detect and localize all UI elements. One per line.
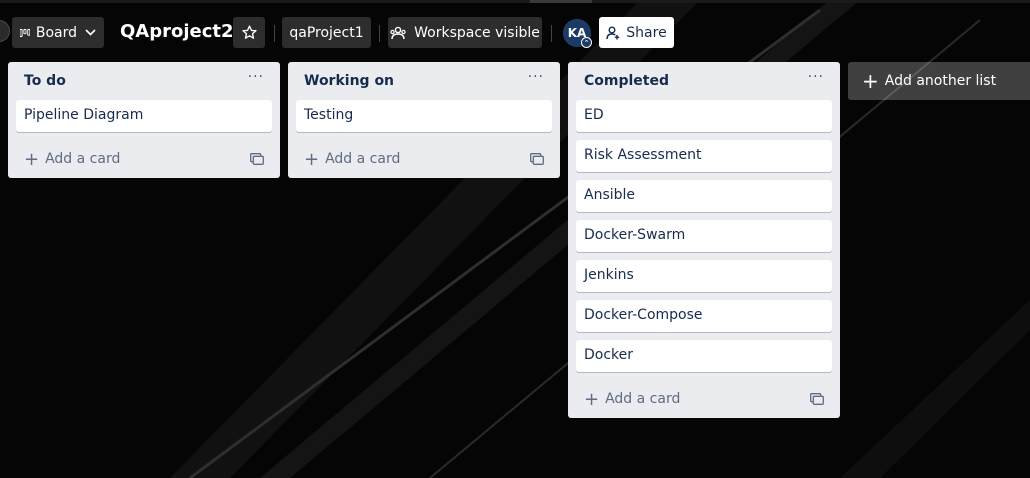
menu-circle-button[interactable]	[0, 20, 10, 42]
header-divider	[551, 25, 552, 42]
admin-badge-icon: ⌃	[581, 37, 592, 48]
list-to-do: To do ··· Pipeline Diagram + Add a card	[8, 62, 280, 178]
list-working-on: Working on ··· Testing + Add a card	[288, 62, 560, 178]
card[interactable]: Pipeline Diagram	[16, 100, 272, 132]
card[interactable]: Jenkins	[576, 260, 832, 292]
view-switcher-label: Board	[35, 24, 77, 41]
card[interactable]: Risk Assessment	[576, 140, 832, 172]
workspace-icon	[390, 26, 406, 39]
add-card-label: Add a card	[45, 151, 121, 167]
board-title[interactable]: QAproject2	[120, 21, 234, 45]
plus-icon: +	[24, 148, 40, 170]
plus-icon: +	[862, 69, 879, 93]
add-card-button[interactable]: + Add a card	[304, 149, 400, 170]
list-header[interactable]: Working on ···	[288, 62, 560, 100]
top-bar-tab	[530, 0, 592, 3]
add-card-label: Add a card	[325, 151, 401, 167]
list-title[interactable]: Working on	[304, 73, 394, 100]
more-icon[interactable]: ···	[528, 69, 544, 100]
card[interactable]: Docker-Swarm	[576, 220, 832, 252]
card[interactable]: Ansible	[576, 180, 832, 212]
template-icon[interactable]	[810, 393, 824, 405]
star-icon	[241, 25, 257, 39]
add-card-row: + Add a card	[568, 380, 840, 418]
add-list-label: Add another list	[884, 73, 997, 89]
visibility-label: Workspace visible	[414, 24, 540, 41]
share-button[interactable]: Share	[599, 17, 674, 48]
add-card-row: + Add a card	[8, 140, 280, 178]
add-member-icon	[606, 26, 620, 39]
share-label: Share	[626, 24, 667, 41]
card[interactable]: Docker	[576, 340, 832, 372]
list-title[interactable]: To do	[24, 73, 66, 100]
chevron-down-icon	[85, 26, 96, 39]
template-icon[interactable]	[250, 153, 264, 165]
workspace-button[interactable]: qaProject1	[282, 17, 371, 48]
board-icon	[20, 28, 30, 37]
list-completed: Completed ··· ED Risk Assessment Ansible…	[568, 62, 840, 418]
plus-icon: +	[304, 148, 320, 170]
more-icon[interactable]: ···	[808, 69, 824, 100]
header-divider	[379, 25, 380, 42]
star-button[interactable]	[233, 17, 265, 48]
top-bar-edge	[0, 0, 1030, 3]
card[interactable]: ED	[576, 100, 832, 132]
card[interactable]: Docker-Compose	[576, 300, 832, 332]
add-card-label: Add a card	[605, 391, 681, 407]
plus-icon: +	[584, 388, 600, 410]
avatar[interactable]: KA ⌃	[563, 19, 592, 48]
list-title[interactable]: Completed	[584, 73, 669, 100]
add-another-list-button[interactable]: + Add another list	[848, 62, 1030, 100]
template-icon[interactable]	[530, 153, 544, 165]
card[interactable]: Testing	[296, 100, 552, 132]
board-header: Board QAproject2 qaProject1 Workspace vi…	[0, 10, 1030, 56]
list-header[interactable]: Completed ···	[568, 62, 840, 100]
more-icon[interactable]: ···	[248, 69, 264, 100]
add-card-row: + Add a card	[288, 140, 560, 178]
view-switcher-button[interactable]: Board	[12, 17, 104, 48]
header-divider	[274, 25, 275, 42]
list-header[interactable]: To do ···	[8, 62, 280, 100]
add-card-button[interactable]: + Add a card	[584, 389, 680, 410]
add-card-button[interactable]: + Add a card	[24, 149, 120, 170]
visibility-button[interactable]: Workspace visible	[388, 17, 542, 48]
